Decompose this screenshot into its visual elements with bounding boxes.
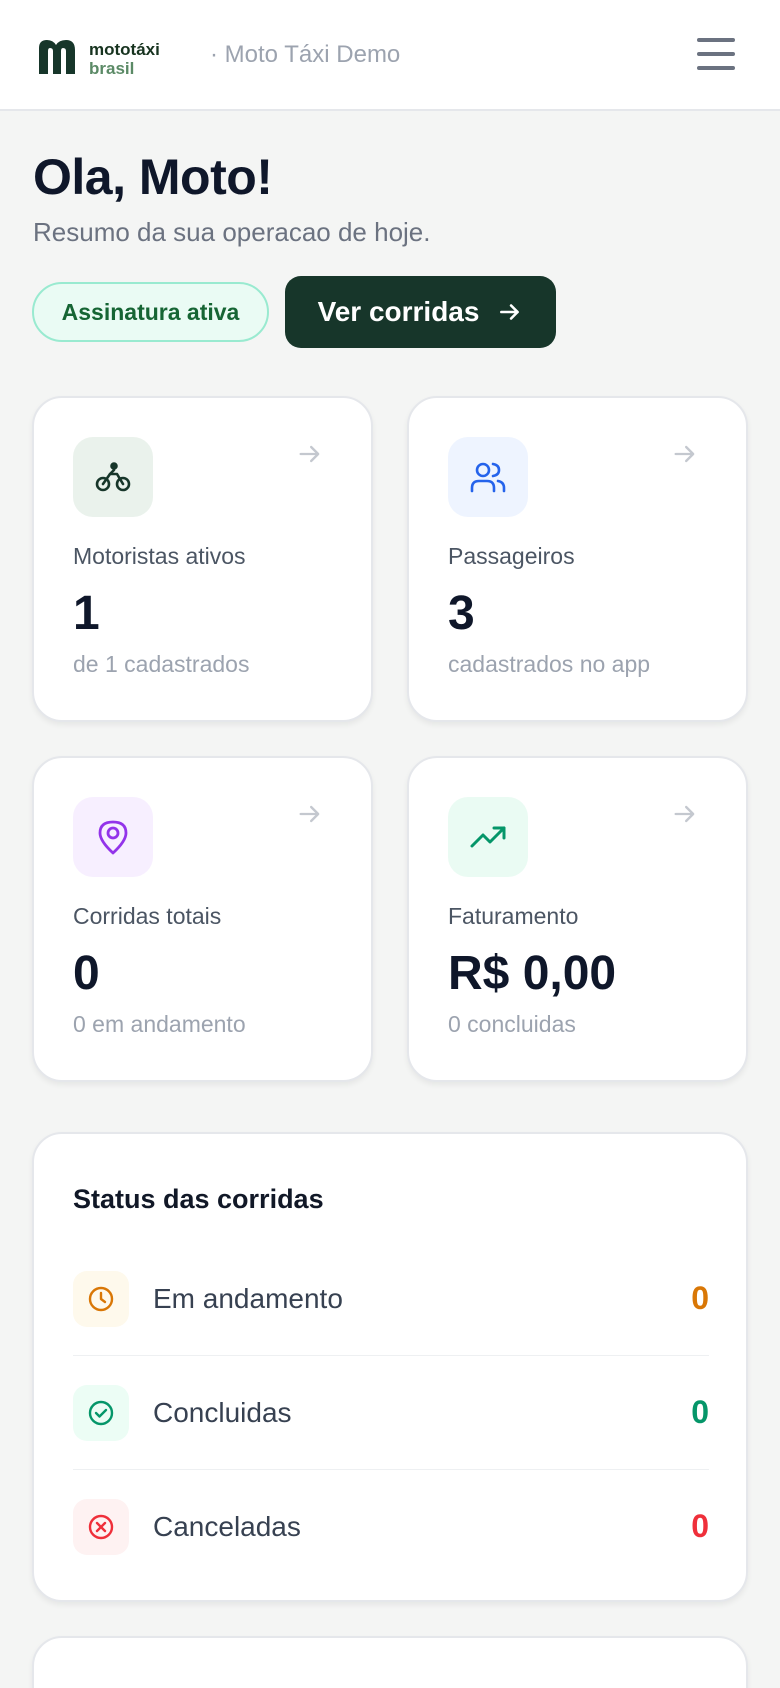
clock-icon [73,1271,129,1327]
stat-label: Corridas totais [73,903,222,929]
stat-value: 3 [448,587,475,640]
view-rides-button[interactable]: Ver corridas [285,276,556,348]
status-row-cancelled[interactable]: Canceladas 0 [73,1470,709,1584]
stat-value: 1 [73,587,100,640]
arrow-right-icon [674,445,695,463]
status-count: 0 [691,1508,709,1544]
stat-label: Passageiros [448,543,575,569]
users-icon [448,437,528,517]
stat-subtext: cadastrados no app [448,651,651,677]
status-count: 0 [691,1394,709,1430]
stat-value: R$ 0,00 [448,947,617,1000]
arrow-right-icon [500,304,520,320]
next-section-card [32,1636,748,1688]
stat-label: Faturamento [448,903,579,929]
ride-status-card: Status das corridas Em andamento 0 Concl… [32,1132,748,1602]
arrow-right-icon [674,805,695,823]
logo-line2: brasil [89,59,135,78]
stat-card-drivers[interactable]: Motoristas ativos 1 de 1 cadastrados [32,396,373,722]
stat-label: Motoristas ativos [73,543,246,569]
x-circle-icon [73,1499,129,1555]
stat-subtext: 0 em andamento [73,1011,246,1037]
view-rides-label: Ver corridas [317,296,480,327]
status-row-in-progress[interactable]: Em andamento 0 [73,1242,709,1356]
hamburger-menu-icon[interactable] [697,36,735,72]
stat-subtext: de 1 cadastrados [73,651,250,677]
check-circle-icon [73,1385,129,1441]
arrow-right-icon [299,445,320,463]
status-label: Concluidas [153,1397,292,1428]
logo-m-icon[interactable] [35,36,83,76]
stat-subtext: 0 concluidas [448,1011,576,1037]
stat-card-passengers[interactable]: Passageiros 3 cadastrados no app [407,396,748,722]
map-pin-icon [73,797,153,877]
subscription-status-badge: Assinatura ativa [32,282,269,342]
top-bar: mototáxi brasil · Moto Táxi Demo [0,0,780,111]
trending-up-icon [448,797,528,877]
logo-wordmark[interactable]: mototáxi brasil [89,40,160,78]
stat-card-rides[interactable]: Corridas totais 0 0 em andamento [32,756,373,1082]
page-subtitle: Resumo da sua operacao de hoje. [33,217,431,247]
tenant-name: · Moto Táxi Demo [210,41,401,68]
arrow-right-icon [299,805,320,823]
section-title: Status das corridas [73,1184,324,1214]
stat-value: 0 [73,947,100,1000]
stat-card-revenue[interactable]: Faturamento R$ 0,00 0 concluidas [407,756,748,1082]
status-label: Canceladas [153,1511,301,1542]
status-row-completed[interactable]: Concluidas 0 [73,1356,709,1470]
status-label: Em andamento [153,1283,343,1314]
motorcycle-icon [73,437,153,517]
page-title: Ola, Moto! [33,149,273,205]
logo-line1: mototáxi [89,40,160,59]
status-count: 0 [691,1280,709,1316]
